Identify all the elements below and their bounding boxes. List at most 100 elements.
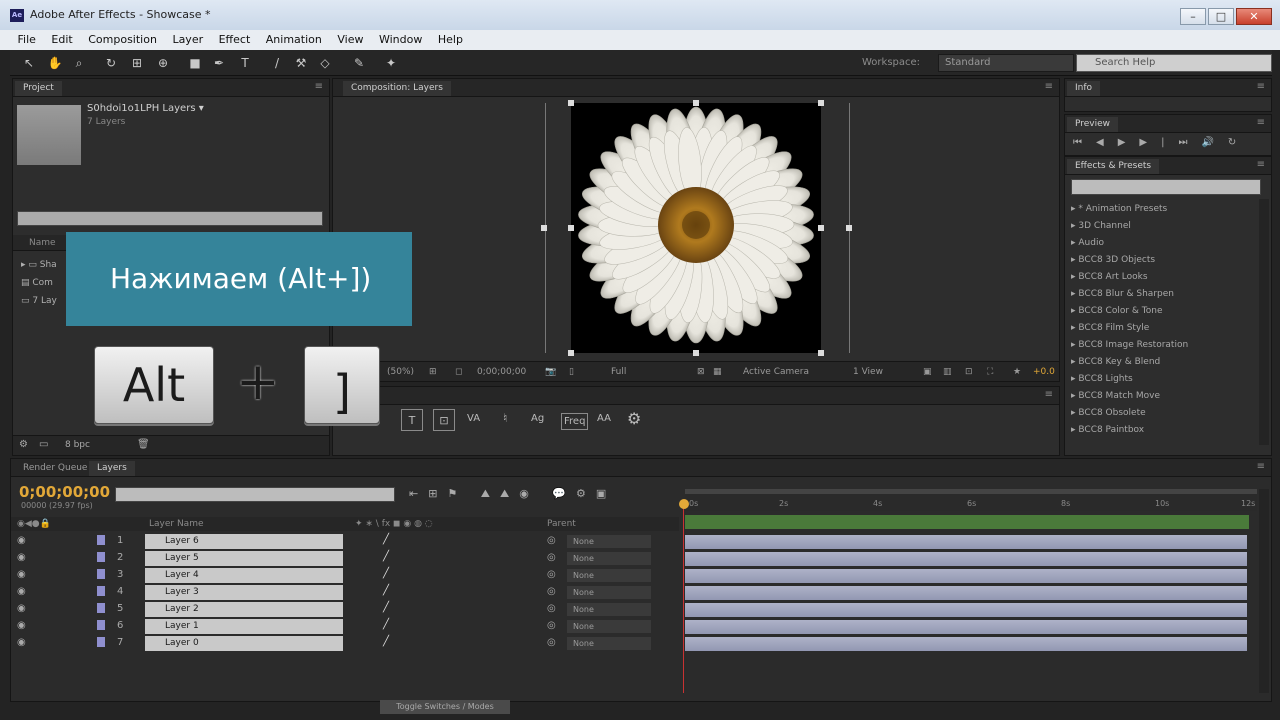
effect-category[interactable]: ▸ BCC8 Match Move [1071, 388, 1160, 405]
effect-category[interactable]: ▸ BCC8 Art Looks [1071, 269, 1148, 286]
quality-icon[interactable]: ╱ [383, 551, 389, 562]
timeline-scrollbar[interactable] [1259, 489, 1269, 693]
guide-handle[interactable] [541, 225, 547, 231]
resolution-select[interactable]: Full [611, 362, 626, 382]
puppet-tool-icon[interactable]: ✦ [382, 54, 400, 72]
star-icon[interactable]: ★ [1013, 362, 1021, 382]
settings-icon[interactable]: ⚙ [627, 409, 641, 428]
pan-behind-tool-icon[interactable]: ⊕ [154, 54, 172, 72]
new-folder-icon[interactable]: ▭ [39, 439, 48, 450]
table-row[interactable]: ◉ 7 Layer 0 ╱ ◎ None [11, 635, 679, 652]
effect-category[interactable]: ▸ BCC8 Color & Tone [1071, 303, 1163, 320]
menu-help[interactable]: Help [432, 30, 469, 50]
workspace-select[interactable]: Standard [938, 54, 1074, 72]
label-color[interactable] [97, 603, 105, 613]
list-item[interactable]: ▤ Com [21, 275, 53, 291]
current-time-indicator[interactable] [683, 503, 684, 693]
layer-name[interactable]: Layer 6 [145, 534, 343, 549]
layer-name[interactable]: Layer 0 [145, 636, 343, 651]
label-color[interactable] [97, 552, 105, 562]
pickwhip-icon[interactable]: ◎ [547, 603, 556, 614]
text-align-icon[interactable]: T [401, 409, 423, 431]
project-search-input[interactable] [17, 211, 323, 226]
parent-select[interactable]: None [567, 569, 651, 582]
magnification-select[interactable]: (50%) [387, 362, 414, 382]
composition-canvas[interactable] [571, 103, 821, 353]
panel-menu-icon[interactable]: ≡ [1257, 159, 1265, 170]
parent-select[interactable]: None [567, 535, 651, 548]
layer-name[interactable]: Layer 4 [145, 568, 343, 583]
table-row[interactable]: ◉ 5 Layer 2 ╱ ◎ None [11, 601, 679, 618]
exposure-value[interactable]: +0.0 [1033, 362, 1055, 382]
menu-edit[interactable]: Edit [45, 30, 78, 50]
eye-icon[interactable]: ◉ [17, 620, 26, 631]
text-box-icon[interactable]: ⊡ [433, 409, 455, 431]
transform-handle[interactable] [568, 350, 574, 356]
transform-handle[interactable] [568, 100, 574, 106]
project-comp-name[interactable]: S0hdoi1o1LPH Layers ▾ [87, 103, 204, 114]
quality-icon[interactable]: ╱ [383, 619, 389, 630]
table-row[interactable]: ◉ 1 Layer 6 ╱ ◎ None [11, 533, 679, 550]
eye-icon[interactable]: ◉ [17, 586, 26, 597]
pickwhip-icon[interactable]: ◎ [547, 552, 556, 563]
transform-handle[interactable] [818, 225, 824, 231]
interpret-footage-icon[interactable]: ⚙ [19, 439, 28, 450]
brush-tool-icon[interactable]: / [268, 54, 286, 72]
pickwhip-icon[interactable]: ◎ [547, 586, 556, 597]
timeline-timecode[interactable]: 0;00;00;00 [19, 483, 110, 501]
transform-handle[interactable] [693, 100, 699, 106]
parent-select[interactable]: None [567, 552, 651, 565]
tab-composition[interactable]: Composition: Layers [343, 81, 451, 96]
timeline-icon[interactable]: ▥ [943, 362, 952, 382]
maximize-button[interactable]: □ [1208, 8, 1234, 25]
tab-effects-presets[interactable]: Effects & Presets [1067, 159, 1160, 174]
pickwhip-icon[interactable]: ◎ [547, 637, 556, 648]
fast-preview-icon[interactable]: ▣ [923, 362, 932, 382]
timeline-search-input[interactable] [115, 487, 395, 502]
effect-category[interactable]: ▸ BCC8 3D Objects [1071, 252, 1155, 269]
effect-category[interactable]: ▸ BCC8 Paintbox [1071, 422, 1144, 439]
parent-select[interactable]: None [567, 586, 651, 599]
quality-icon[interactable]: ╱ [383, 534, 389, 545]
rotate-tool-icon[interactable]: ↻ [102, 54, 120, 72]
quality-icon[interactable]: ╱ [383, 636, 389, 647]
panel-menu-icon[interactable]: ≡ [315, 81, 323, 92]
layer-name-header[interactable]: Layer Name [149, 517, 204, 531]
comp-duration-bar[interactable] [685, 515, 1249, 529]
kerning-label[interactable]: VA [467, 413, 480, 424]
effect-category[interactable]: ▸ 3D Channel [1071, 218, 1131, 235]
eye-icon[interactable]: ◉ [17, 569, 26, 580]
effect-category[interactable]: ▸ BCC8 Lights [1071, 371, 1133, 388]
bpc-label[interactable]: 8 bpc [65, 440, 90, 450]
menu-composition[interactable]: Composition [82, 30, 163, 50]
table-row[interactable]: ◉ 6 Layer 1 ╱ ◎ None [11, 618, 679, 635]
tab-project[interactable]: Project [15, 81, 62, 96]
close-button[interactable]: ✕ [1236, 8, 1272, 25]
quality-icon[interactable]: ╱ [383, 568, 389, 579]
trash-icon[interactable]: 🗑 [137, 439, 150, 450]
playhead-handle[interactable] [679, 499, 689, 509]
antialias-label[interactable]: AA [597, 413, 611, 424]
work-area-bar[interactable] [685, 489, 1257, 494]
table-row[interactable]: ◉ 3 Layer 4 ╱ ◎ None [11, 567, 679, 584]
parent-header[interactable]: Parent [547, 517, 576, 531]
effect-category[interactable]: ▸ BCC8 Image Restoration [1071, 337, 1188, 354]
camera-select[interactable]: Active Camera [743, 362, 809, 382]
toggle-switches-modes[interactable]: Toggle Switches / Modes [380, 700, 510, 714]
layer-name[interactable]: Layer 5 [145, 551, 343, 566]
menu-file[interactable]: File [12, 30, 42, 50]
rectangle-tool-icon[interactable]: ■ [186, 54, 204, 72]
views-select[interactable]: 1 View [853, 362, 883, 382]
effects-search-input[interactable] [1071, 179, 1261, 195]
pickwhip-icon[interactable]: ◎ [547, 569, 556, 580]
transform-handle[interactable] [568, 225, 574, 231]
effects-scrollbar[interactable] [1259, 199, 1269, 445]
eye-icon[interactable]: ◉ [17, 637, 26, 648]
pen-tool-icon[interactable]: ✒ [210, 54, 228, 72]
quality-icon[interactable]: ╱ [383, 602, 389, 613]
layer-name[interactable]: Layer 1 [145, 619, 343, 634]
tab-render-queue[interactable]: Render Queue [15, 461, 95, 476]
draft-3d-icon[interactable]: ⛶ [987, 362, 993, 382]
effect-category[interactable]: ▸ BCC8 Blur & Sharpen [1071, 286, 1174, 303]
menu-window[interactable]: Window [373, 30, 428, 50]
